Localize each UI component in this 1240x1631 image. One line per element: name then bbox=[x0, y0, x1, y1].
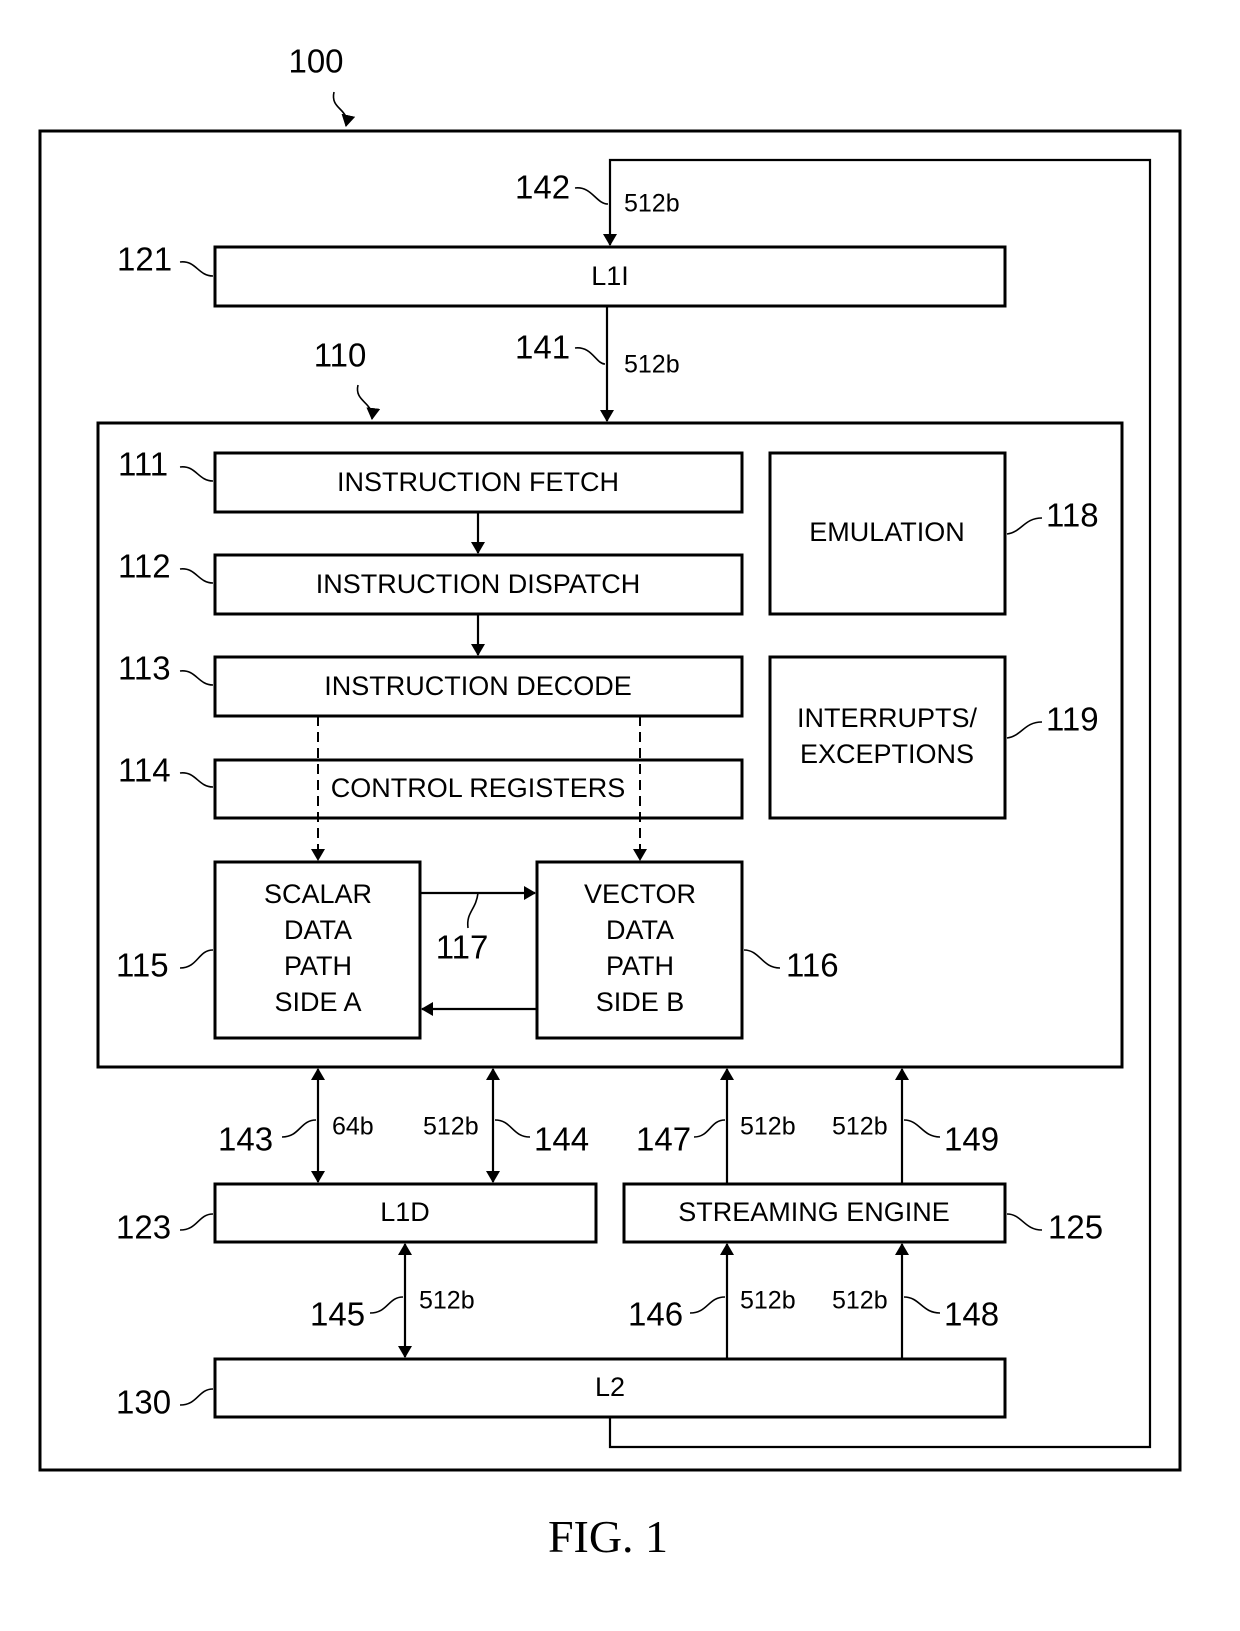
ref-110: 110 bbox=[314, 337, 367, 374]
vector-label-line1: VECTOR bbox=[584, 879, 696, 909]
bus-142-width: 512b bbox=[624, 190, 680, 218]
ref-148: 148 bbox=[944, 1296, 999, 1333]
ref-113: 113 bbox=[118, 650, 171, 687]
ref-130: 130 bbox=[116, 1384, 171, 1421]
ref-141: 141 bbox=[515, 329, 570, 366]
ref-115: 115 bbox=[116, 947, 169, 984]
ref-145: 145 bbox=[310, 1296, 365, 1333]
vector-label-line2: DATA bbox=[606, 915, 674, 945]
ref-143: 143 bbox=[218, 1121, 273, 1158]
ref-121: 121 bbox=[117, 241, 172, 278]
vector-label-line3: PATH bbox=[606, 951, 674, 981]
bus-146-width: 512b bbox=[740, 1287, 796, 1315]
ref-149: 149 bbox=[944, 1121, 999, 1158]
l1d-label: L1D bbox=[380, 1197, 430, 1227]
bus-145-width: 512b bbox=[419, 1287, 475, 1315]
ref-117: 117 bbox=[436, 929, 489, 966]
vector-label-line4: SIDE B bbox=[596, 987, 685, 1017]
leader-100 bbox=[332, 91, 356, 127]
scalar-label-line3: PATH bbox=[284, 951, 352, 981]
streaming-engine-label: STREAMING ENGINE bbox=[678, 1197, 950, 1227]
instruction-decode-label: INSTRUCTION DECODE bbox=[324, 671, 632, 701]
ref-147: 147 bbox=[636, 1121, 691, 1158]
bus-144-width: 512b bbox=[423, 1113, 479, 1141]
ref-112: 112 bbox=[118, 548, 171, 585]
block-diagram: 100 142 512b L1I 121 141 512b 110 INSTRU… bbox=[38, 43, 1182, 1562]
interrupts-exceptions-block bbox=[768, 655, 1007, 820]
control-registers-label: CONTROL REGISTERS bbox=[331, 773, 626, 803]
l2-label: L2 bbox=[595, 1372, 625, 1402]
instruction-dispatch-label: INSTRUCTION DISPATCH bbox=[316, 569, 641, 599]
bus-148-width: 512b bbox=[832, 1287, 888, 1315]
ref-114: 114 bbox=[118, 752, 171, 789]
instruction-fetch-label: INSTRUCTION FETCH bbox=[337, 467, 619, 497]
ref-123: 123 bbox=[116, 1209, 171, 1246]
bus-147-width: 512b bbox=[740, 1113, 796, 1141]
ref-119: 119 bbox=[1046, 701, 1099, 738]
ref-144: 144 bbox=[534, 1121, 589, 1158]
figure-caption: FIG. 1 bbox=[548, 1511, 668, 1562]
bus-141-width: 512b bbox=[624, 351, 680, 379]
ref-116: 116 bbox=[786, 947, 839, 984]
ref-125: 125 bbox=[1048, 1209, 1103, 1246]
ref-146: 146 bbox=[628, 1296, 683, 1333]
ref-100: 100 bbox=[288, 43, 343, 80]
ref-118: 118 bbox=[1046, 497, 1099, 534]
scalar-label-line1: SCALAR bbox=[264, 879, 372, 909]
l1i-label: L1I bbox=[591, 261, 629, 291]
interrupts-label-line1: INTERRUPTS/ bbox=[797, 703, 978, 733]
bus-149-width: 512b bbox=[832, 1113, 888, 1141]
interrupts-label-line2: EXCEPTIONS bbox=[800, 739, 974, 769]
ref-111: 111 bbox=[118, 446, 168, 483]
bus-143-width: 64b bbox=[332, 1113, 374, 1141]
ref-142: 142 bbox=[515, 169, 570, 206]
scalar-label-line2: DATA bbox=[284, 915, 352, 945]
emulation-label: EMULATION bbox=[809, 517, 965, 547]
scalar-label-line4: SIDE A bbox=[274, 987, 361, 1017]
